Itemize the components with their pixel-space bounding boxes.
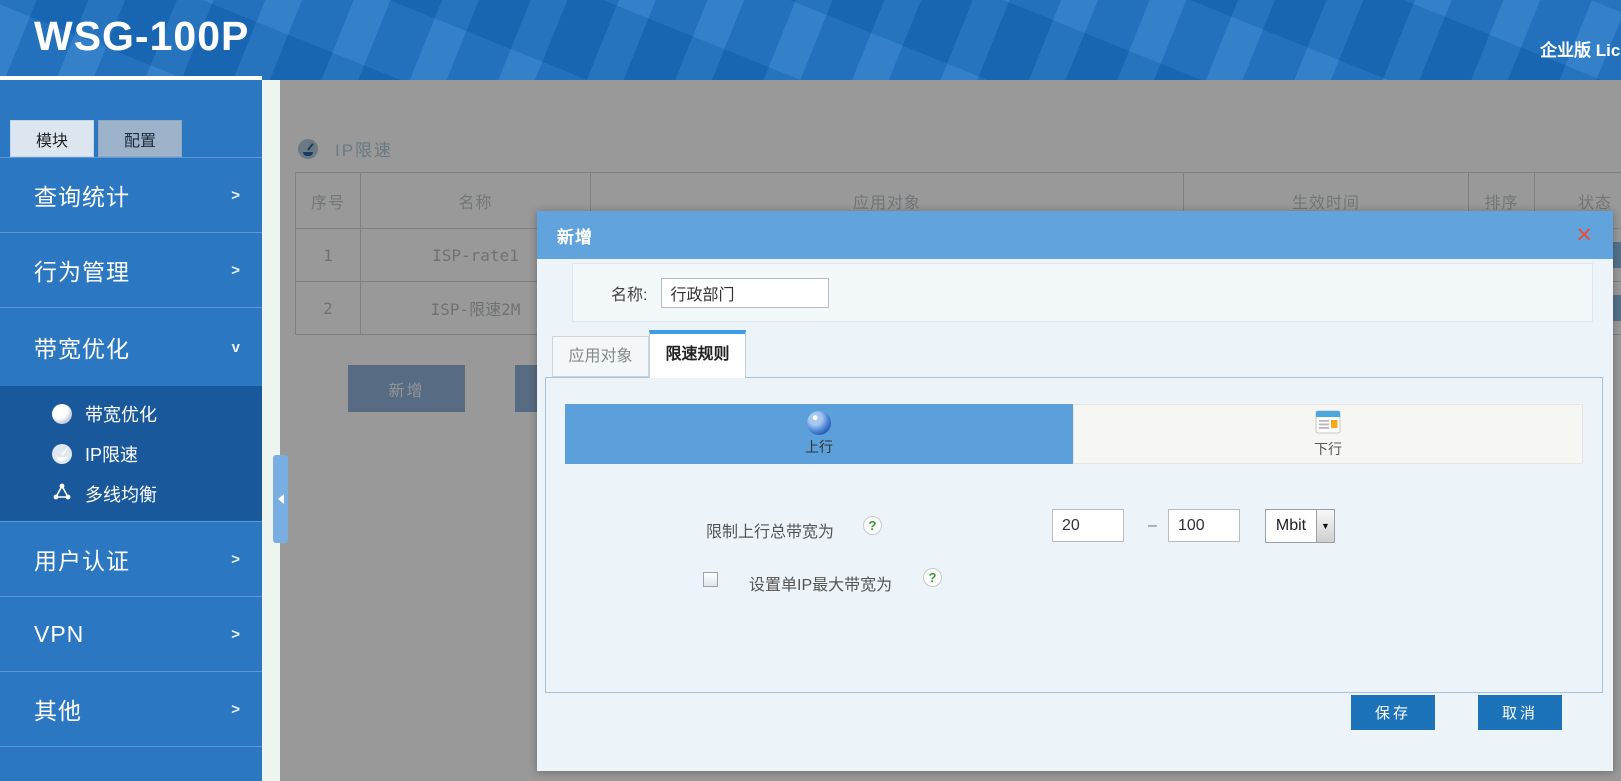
tab-modules[interactable]: 模块: [10, 120, 94, 157]
balance-icon: [52, 482, 72, 507]
collapse-left-icon: [278, 494, 284, 504]
sidebar-subitem-ip-limit[interactable]: IP限速: [0, 434, 262, 474]
top-header-bar: WSG-100P 企业版 Lice: [0, 0, 1621, 80]
sidebar-submenu-bandwidth: 带宽优化 IP限速 多线均衡: [0, 386, 262, 521]
dialog-title: 新增: [557, 223, 593, 248]
dialog-header: 新增 ✕: [537, 211, 1613, 259]
add-rule-dialog: 新增 ✕ 名称: 应用对象 限速规则 上行: [537, 211, 1613, 771]
sidebar-subitem-multiline[interactable]: 多线均衡: [0, 474, 262, 514]
gauge-icon: [52, 444, 72, 464]
tab-apply-target[interactable]: 应用对象: [552, 336, 649, 377]
help-icon[interactable]: ?: [863, 516, 882, 535]
chevron-right-icon: >: [231, 701, 240, 718]
name-input[interactable]: [661, 278, 829, 308]
sidebar: 模块 配置 查询统计 > 行为管理 > 带宽优化 v 带宽优化 IP限速: [0, 80, 262, 781]
chevron-right-icon: >: [231, 551, 240, 568]
sidebar-item-other[interactable]: 其他 >: [0, 671, 262, 746]
range-dash: –: [1148, 517, 1157, 535]
name-field-group: 名称:: [572, 263, 1593, 322]
tab-limit-rules[interactable]: 限速规则: [649, 330, 746, 378]
close-icon[interactable]: ✕: [1575, 225, 1593, 246]
sidebar-item-bandwidth[interactable]: 带宽优化 v: [0, 307, 262, 386]
cancel-button[interactable]: 取消: [1478, 695, 1562, 730]
globe-icon: [807, 411, 831, 435]
header-divider: [0, 76, 262, 80]
direction-selector: 上行 下行: [565, 404, 1583, 464]
help-icon[interactable]: ?: [923, 568, 942, 587]
sidebar-item-query-stats[interactable]: 查询统计 >: [0, 157, 262, 232]
tab-config[interactable]: 配置: [98, 120, 182, 157]
webpage-icon: [1315, 410, 1341, 437]
sphere-icon: [52, 404, 72, 424]
bandwidth-limit-label: 限制上行总带宽为: [706, 518, 834, 542]
name-label: 名称:: [611, 281, 647, 305]
license-link[interactable]: 企业版 Lice: [1540, 36, 1621, 61]
chevron-right-icon: >: [231, 187, 240, 204]
sidebar-collapse-handle[interactable]: [273, 455, 288, 543]
chevron-down-icon: v: [232, 339, 240, 356]
limit-rules-panel: 上行 下行 限制上行总: [545, 377, 1603, 693]
sidebar-item-user-auth[interactable]: 用户认证 >: [0, 521, 262, 596]
bandwidth-min-input[interactable]: [1052, 509, 1124, 542]
sidebar-subitem-bandwidth-opt[interactable]: 带宽优化: [0, 394, 262, 434]
unit-select[interactable]: Mbit ▼: [1265, 509, 1335, 543]
direction-upstream[interactable]: 上行: [565, 404, 1073, 464]
sidebar-item-behavior[interactable]: 行为管理 >: [0, 232, 262, 307]
direction-downstream[interactable]: 下行: [1073, 404, 1583, 464]
bandwidth-max-input[interactable]: [1168, 509, 1240, 542]
chevron-right-icon: >: [231, 262, 240, 279]
dialog-tabs: 应用对象 限速规则: [552, 330, 746, 377]
dropdown-arrow-icon: ▼: [1316, 510, 1334, 542]
save-button[interactable]: 保存: [1351, 695, 1435, 730]
app-logo: WSG-100P: [34, 13, 249, 60]
sidebar-tabs: 模块 配置: [0, 80, 262, 157]
per-ip-checkbox[interactable]: [703, 572, 718, 587]
wsg-admin-window: WSG-100P 企业版 Lice 模块 配置 查询统计 > 行为管理 > 带宽…: [0, 0, 1621, 781]
sidebar-item-vpn[interactable]: VPN >: [0, 596, 262, 671]
per-ip-label: 设置单IP最大带宽为: [749, 571, 892, 595]
chevron-right-icon: >: [231, 626, 240, 643]
sidebar-item-partial[interactable]: [0, 746, 262, 781]
